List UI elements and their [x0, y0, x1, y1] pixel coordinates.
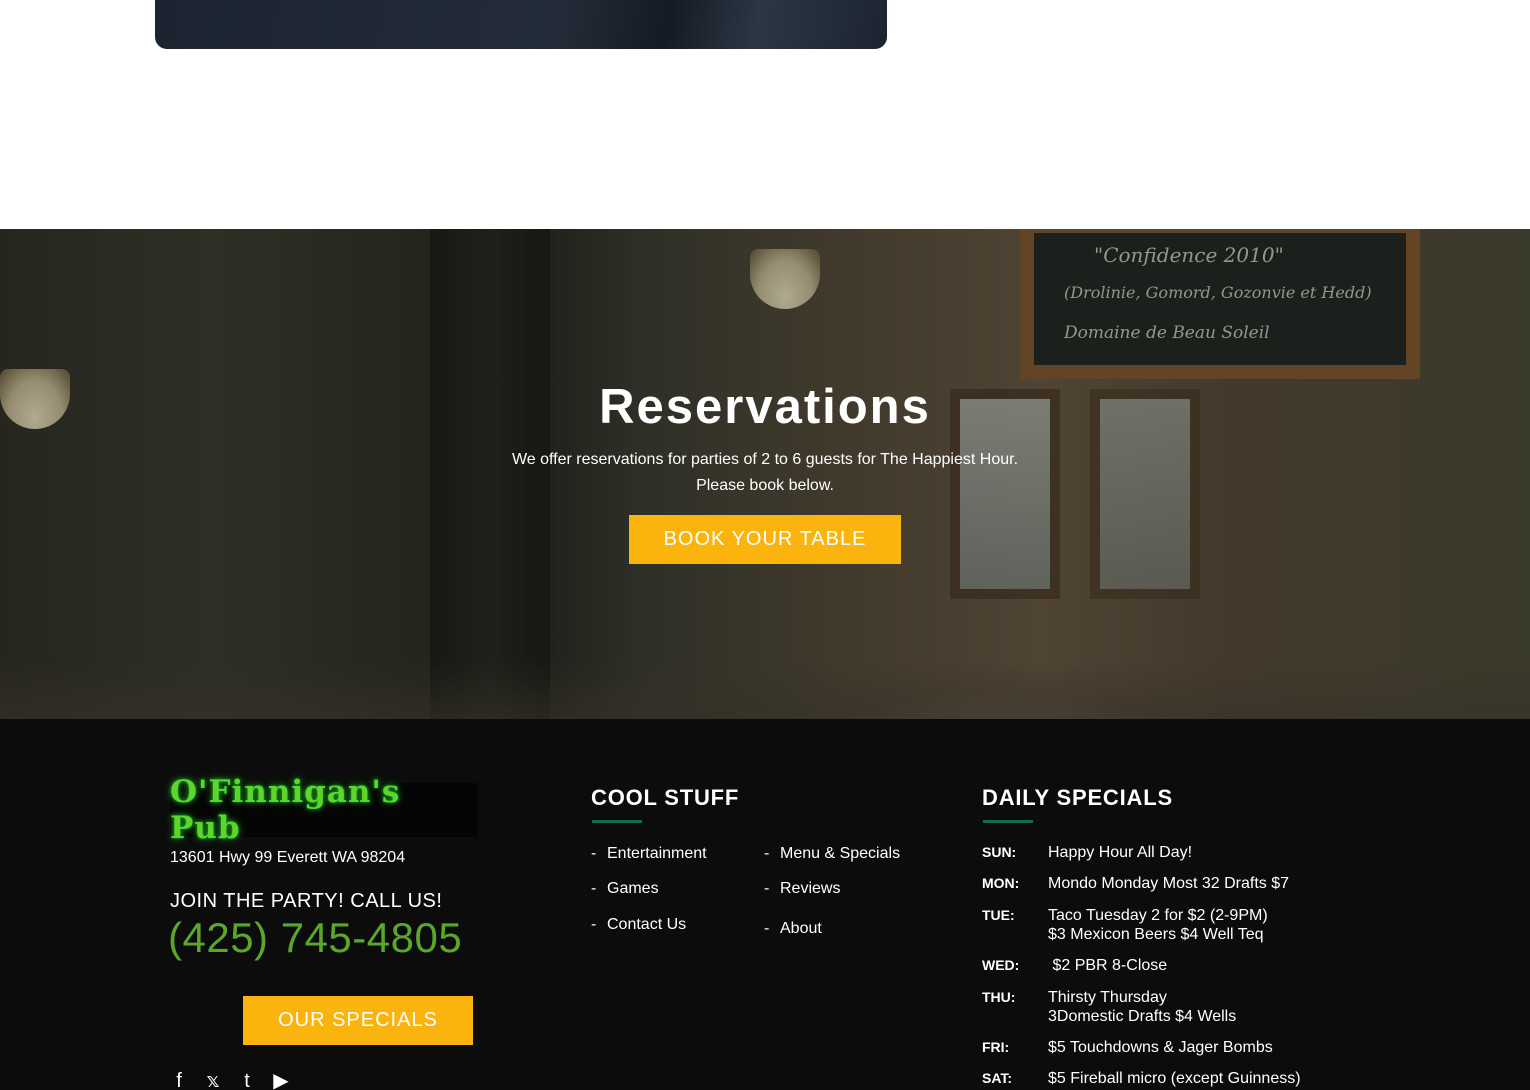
special-deal-line: $3 Mexicon Beers $4 Well Teq — [1048, 926, 1264, 943]
special-deal-line: Thirsty Thursday — [1048, 989, 1167, 1006]
link-contact-us[interactable]: - Contact Us — [591, 916, 686, 934]
special-day-sat: SAT: — [982, 1070, 1013, 1086]
special-day-mon: MON: — [982, 875, 1020, 891]
link-bullet: - — [764, 920, 770, 937]
twitter-icon[interactable]: 𝕩 — [202, 1071, 224, 1090]
link-bullet: - — [764, 845, 770, 862]
reservations-hero: "Confidence 2010" (Drolinie, Gomord, Goz… — [0, 229, 1530, 719]
special-day-sun: SUN: — [982, 844, 1017, 860]
special-day-wed: WED: — [982, 957, 1020, 973]
special-deal-mon: Mondo Monday Most 32 Drafts $7 — [1048, 875, 1290, 892]
link-games[interactable]: - Games — [591, 880, 659, 898]
call-us-label: JOIN THE PARTY! CALL US! — [170, 890, 443, 912]
hero-subtitle: We offer reservations for parties of 2 t… — [0, 447, 1530, 499]
link-bullet: - — [591, 880, 597, 897]
link-bullet: - — [591, 916, 597, 933]
link-entertainment[interactable]: - Entertainment — [591, 845, 707, 863]
social-links: f 𝕩 t ▶ — [168, 1071, 292, 1090]
special-day-fri: FRI: — [982, 1039, 1010, 1055]
our-specials-button[interactable]: OUR SPECIALS — [243, 996, 473, 1045]
hero-subtitle-line1: We offer reservations for parties of 2 t… — [511, 451, 1019, 468]
special-deal-line: 3Domestic Drafts $4 Wells — [1048, 1008, 1237, 1025]
link-bullet: - — [764, 880, 770, 897]
special-deal-line: Taco Tuesday 2 for $2 (2-9PM) — [1048, 907, 1268, 924]
special-deal-fri: $5 Touchdowns & Jager Bombs — [1048, 1039, 1273, 1056]
link-menu-specials[interactable]: - Menu & Specials — [764, 845, 900, 863]
pub-logo[interactable]: O'Finnigan's Pub — [170, 774, 478, 846]
cool-stuff-title: COOL STUFF — [591, 785, 740, 810]
hero-title: Reservations — [599, 380, 931, 434]
daily-specials-title: DAILY SPECIALS — [982, 785, 1173, 810]
link-label: Menu & Specials — [780, 845, 901, 862]
site-footer: O'Finnigan's Pub 13601 Hwy 99 Everett WA… — [0, 719, 1530, 1090]
special-deal-tue: Taco Tuesday 2 for $2 (2-9PM) $3 Mexicon… — [1048, 906, 1268, 944]
link-reviews[interactable]: - Reviews — [764, 880, 840, 898]
cool-stuff-underline — [592, 820, 642, 823]
link-label: Reviews — [780, 880, 841, 897]
facebook-icon[interactable]: f — [168, 1071, 190, 1090]
link-label: Games — [607, 880, 659, 897]
link-bullet: - — [591, 845, 597, 862]
hero-content: Reservations We offer reservations for p… — [0, 229, 1530, 719]
link-about[interactable]: - About — [764, 920, 822, 938]
special-day-tue: TUE: — [982, 907, 1015, 923]
special-deal-wed: $2 PBR 8-Close — [1048, 957, 1168, 974]
special-deal-thu: Thirsty Thursday 3Domestic Drafts $4 Wel… — [1048, 988, 1236, 1026]
link-label: Contact Us — [607, 916, 687, 933]
phone-number-link[interactable]: (425) 745-4805 — [168, 914, 462, 962]
special-deal-sat: $5 Fireball micro (except Guinness) — [1048, 1070, 1301, 1087]
link-label: About — [780, 920, 822, 937]
daily-specials-underline — [983, 820, 1033, 823]
book-your-table-button[interactable]: BOOK YOUR TABLE — [629, 515, 901, 564]
special-day-thu: THU: — [982, 989, 1016, 1005]
link-label: Entertainment — [607, 845, 707, 862]
tumblr-icon[interactable]: t — [236, 1071, 258, 1090]
special-deal-sun: Happy Hour All Day! — [1048, 844, 1193, 861]
previous-section-image-card — [155, 0, 887, 49]
youtube-icon[interactable]: ▶ — [270, 1071, 292, 1090]
hero-subtitle-line2: Please book below. — [696, 477, 834, 494]
footer-address: 13601 Hwy 99 Everett WA 98204 — [170, 849, 406, 866]
